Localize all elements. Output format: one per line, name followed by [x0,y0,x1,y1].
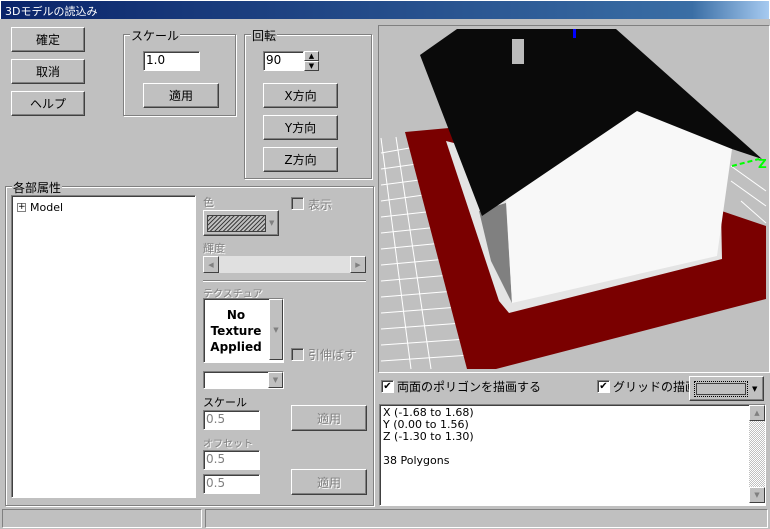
cancel-button[interactable]: 取消 [11,59,85,84]
chevron-down-icon: ▼ [269,219,275,227]
grid-label: グリッドの描画 [613,380,698,394]
chevron-down-icon: ▼ [752,384,758,393]
offset-x-input[interactable]: 0.5 [203,450,260,470]
tree-item-model[interactable]: + Model [17,201,63,214]
scale-input[interactable]: 1.0 [143,51,200,71]
z-axis-label: Z [758,157,767,171]
color-picker[interactable]: ▼ [203,210,279,236]
parts-group-label: 各部属性 [12,179,63,196]
tree-item-label: Model [30,201,64,214]
scale-group-label: スケール [130,27,181,44]
rotate-group-label: 回転 [251,27,278,44]
info-line: Z (-1.30 to 1.30) [383,430,474,443]
scroll-right-icon[interactable]: ▶ [350,256,366,273]
chevron-down-icon[interactable]: ▼ [268,372,283,388]
rotate-z-button[interactable]: Z方向 [263,147,338,172]
separator [203,280,366,282]
spin-down-button[interactable]: ▼ [304,61,319,71]
rotate-x-button[interactable]: X方向 [263,83,338,108]
rotate-angle-input[interactable]: 90 [263,51,304,71]
color-swatch [207,214,266,232]
scale-apply-button[interactable]: 適用 [143,83,219,108]
texture-text: Applied [210,340,262,354]
show-checkbox[interactable] [291,197,304,210]
help-button[interactable]: ヘルプ [11,91,85,116]
offset-apply-button[interactable]: 適用 [291,469,367,495]
parts-tree[interactable]: + Model [11,195,196,498]
show-label: 表示 [308,198,333,212]
brightness-label: 輝度 [203,242,225,255]
window-title: 3Dモデルの読込み [5,5,98,18]
scroll-left-icon[interactable]: ◀ [203,256,219,273]
scroll-up-icon[interactable]: ▲ [749,405,765,421]
title-bar: 3Dモデルの読込み [0,0,770,19]
texture-preview[interactable]: No Texture Applied ▼ [203,298,284,363]
expand-icon[interactable]: + [17,203,26,212]
info-line: 38 Polygons [383,454,450,467]
vertical-scrollbar[interactable]: ▲ ▼ [749,405,765,503]
3d-scene[interactable]: Z [379,26,770,373]
3d-viewport[interactable]: Z [378,25,770,373]
ok-button[interactable]: 確定 [11,27,85,52]
tex-scale-apply-button[interactable]: 適用 [291,405,367,431]
spin-up-button[interactable]: ▲ [304,51,319,61]
stretch-checkbox[interactable] [291,348,304,361]
tex-scale-input[interactable]: 0.5 [203,410,260,430]
texture-text: Texture [210,324,262,338]
rotate-y-button[interactable]: Y方向 [263,115,338,140]
color-swatch [694,380,748,397]
texture-dropdown-button[interactable]: ▼ [269,299,283,360]
texture-combo[interactable]: ▼ [203,371,284,389]
status-bar-pane [205,509,768,528]
chimney [512,39,524,64]
brightness-slider[interactable]: ◀ ▶ [203,256,366,273]
model-info-text[interactable]: X (-1.68 to 1.68) Y (0.00 to 1.56) Z (-1… [379,404,766,506]
double-sided-label: 両面のポリゴンを描画する [397,380,542,394]
offset-y-input[interactable]: 0.5 [203,474,260,494]
scroll-down-icon[interactable]: ▼ [749,487,765,503]
color-label: 色 [203,196,214,209]
texture-text: No [226,308,246,322]
status-bar-pane [2,509,202,528]
stretch-label: 引伸ばす [308,348,357,362]
double-sided-checkbox[interactable]: ✔ [381,380,394,393]
tex-scale-label: スケール [203,396,247,409]
y-axis-marker [573,29,576,38]
offset-label: オフセット [203,439,253,450]
grid-checkbox[interactable]: ✔ [597,380,610,393]
grid-color-picker[interactable]: ▼ [689,376,764,401]
